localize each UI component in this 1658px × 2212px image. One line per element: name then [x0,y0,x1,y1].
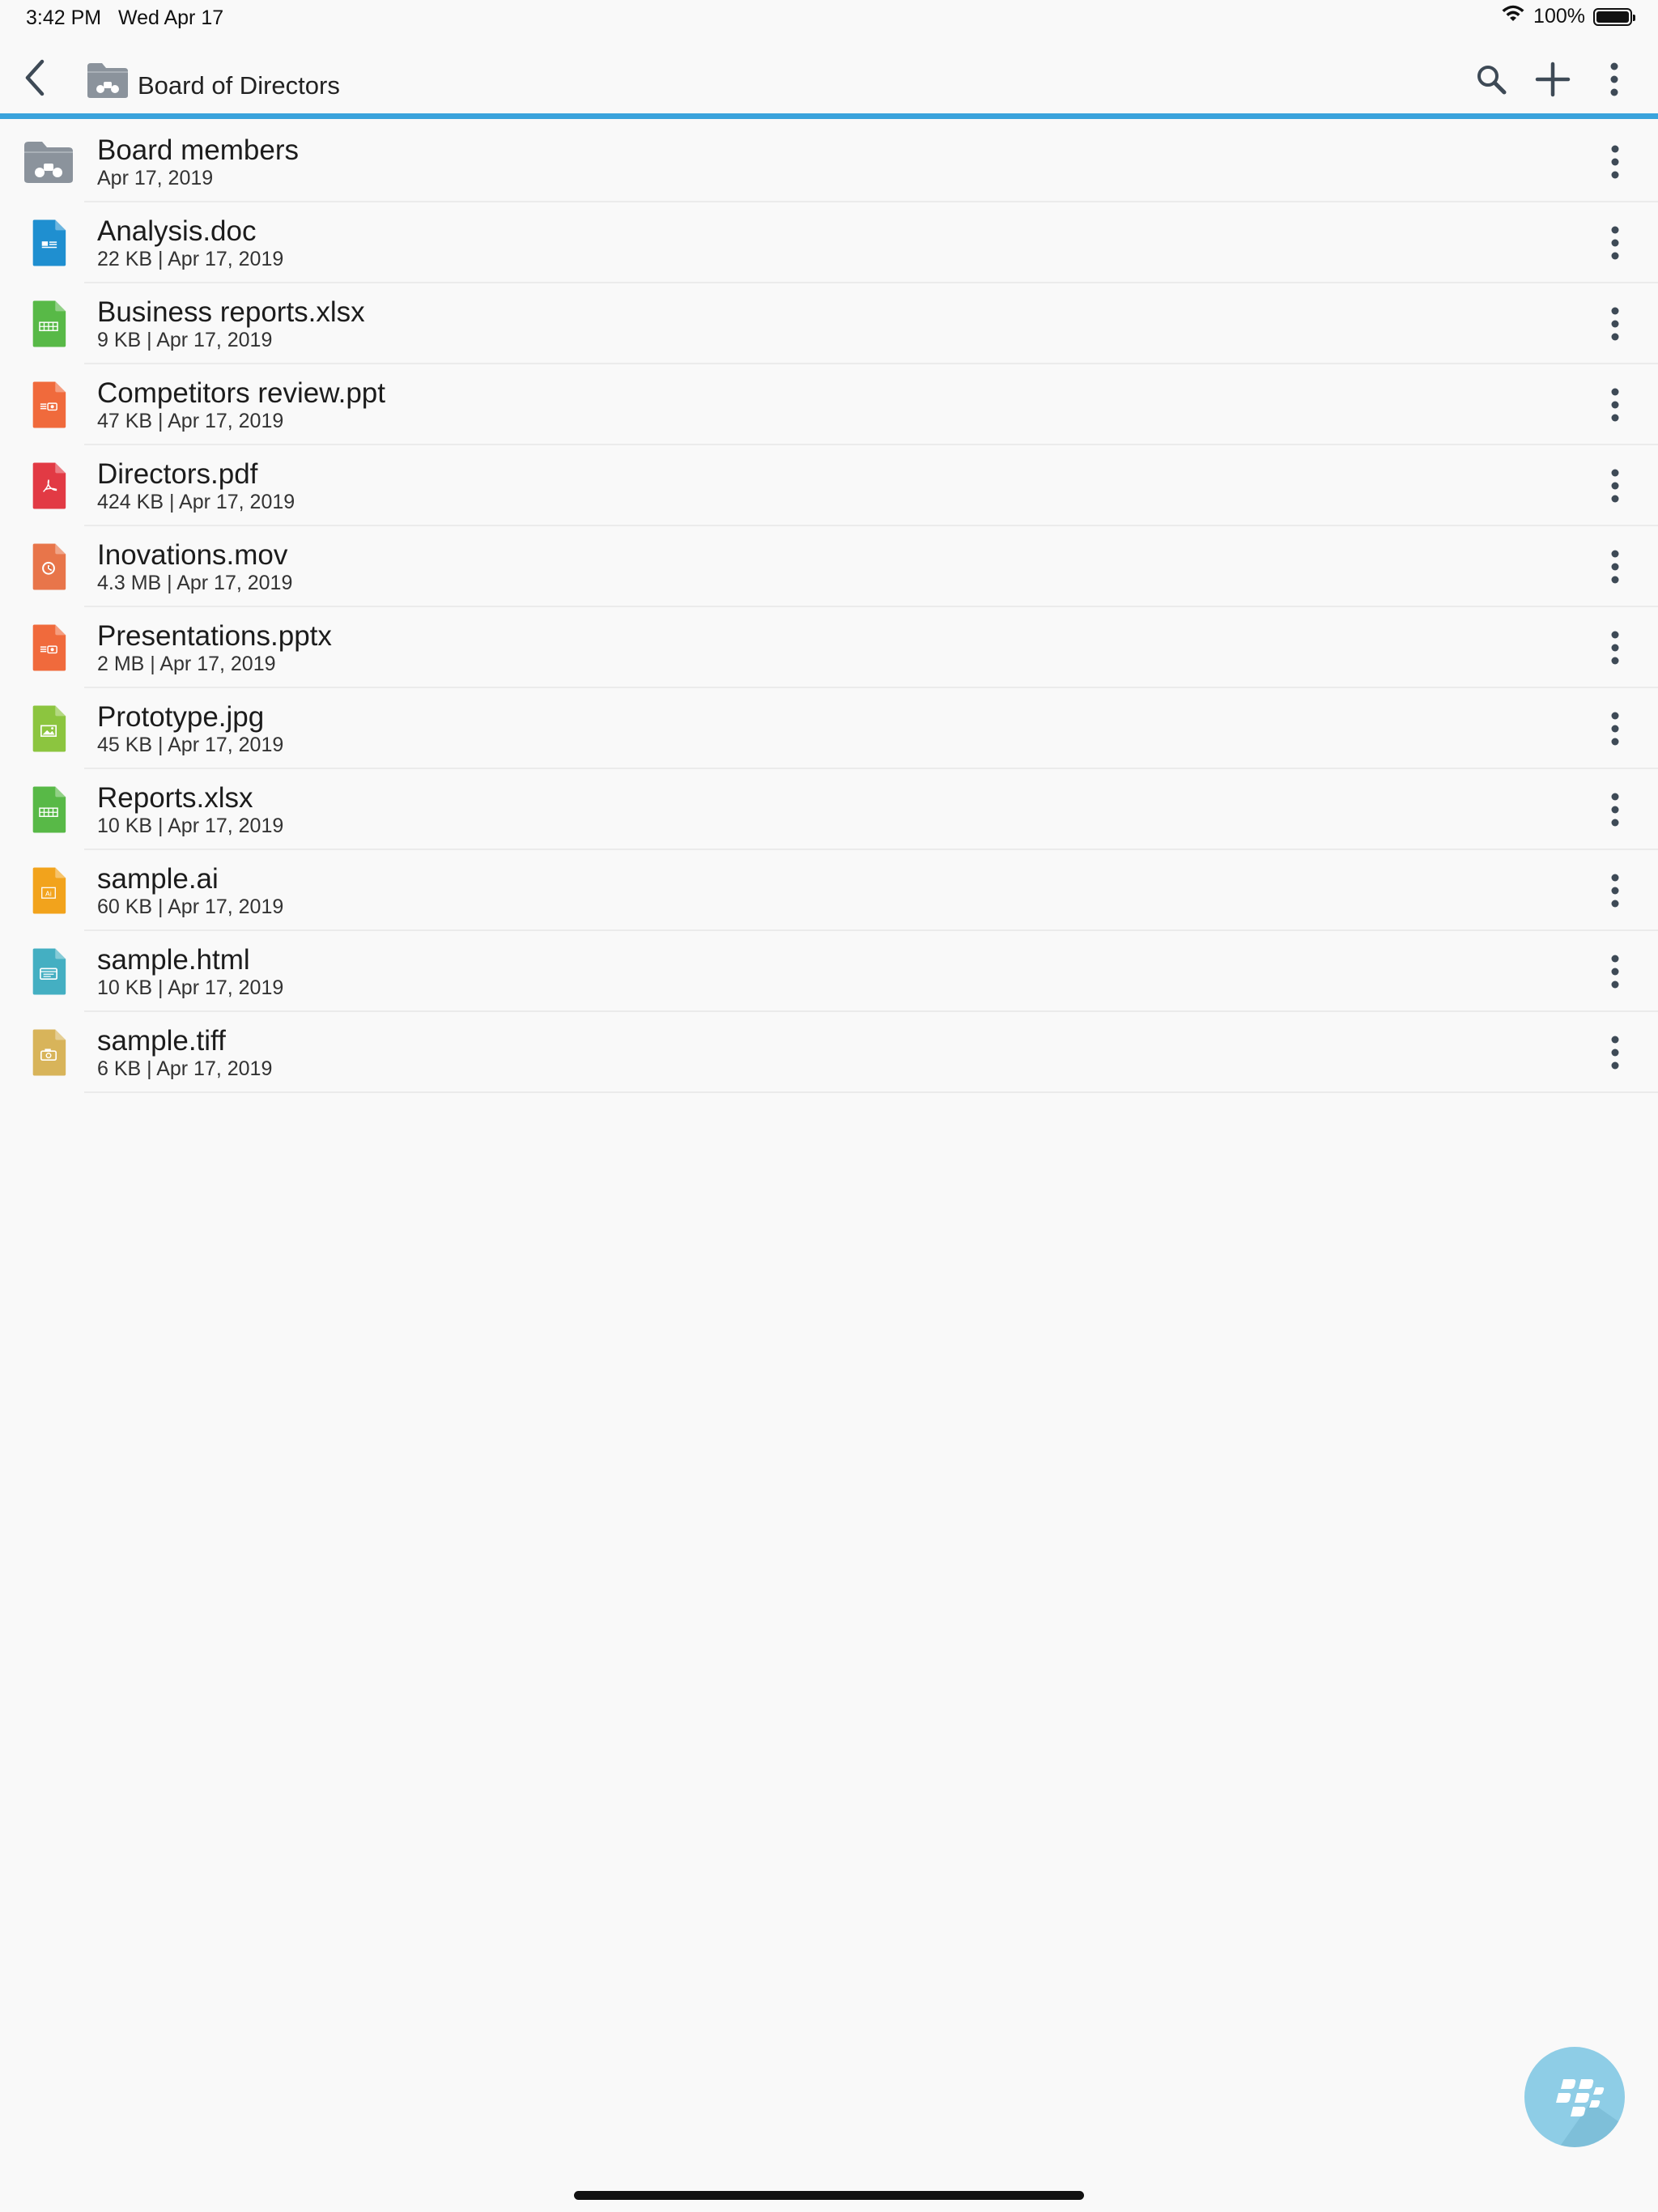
item-meta: 47 KB | Apr 17, 2019 [97,410,284,432]
item-name: sample.html [97,944,250,976]
file-row[interactable]: Inovations.mov 4.3 MB | Apr 17, 2019 [0,526,1658,607]
navigation-bar: Board of Directors [0,40,1658,117]
folder-row[interactable]: Board members Apr 17, 2019 [0,121,1658,202]
file-row[interactable]: Competitors review.ppt 47 KB | Apr 17, 20… [0,364,1658,445]
more-vertical-icon [1611,874,1619,908]
status-bar: 3:42 PM Wed Apr 17 100% [0,0,1658,39]
item-meta: 6 KB | Apr 17, 2019 [97,1057,273,1080]
camera-file-icon [23,1027,74,1078]
item-more-button[interactable] [1595,301,1635,347]
item-meta: 10 KB | Apr 17, 2019 [97,815,284,837]
row-divider [84,1091,1658,1093]
home-indicator [574,2191,1084,2200]
item-name: sample.ai [97,863,219,895]
file-row[interactable]: Reports.xlsx 10 KB | Apr 17, 2019 [0,769,1658,850]
shared-folder-icon [23,136,74,188]
file-row[interactable]: Presentations.pptx 2 MB | Apr 17, 2019 [0,607,1658,688]
more-vertical-icon [1611,550,1619,584]
item-meta: 10 KB | Apr 17, 2019 [97,976,284,999]
status-time: 3:42 PM Wed Apr 17 [26,6,223,30]
item-more-button[interactable] [1595,868,1635,913]
more-vertical-icon [1611,955,1619,989]
item-more-button[interactable] [1595,463,1635,508]
item-name: Board members [97,134,299,166]
item-meta: 424 KB | Apr 17, 2019 [97,491,295,513]
file-row[interactable]: Ai sample.ai 60 KB | Apr 17, 2019 [0,850,1658,931]
file-row[interactable]: Directors.pdf 424 KB | Apr 17, 2019 [0,445,1658,526]
search-button[interactable] [1469,55,1514,104]
item-name: Analysis.doc [97,215,257,247]
more-vertical-icon [1611,226,1619,260]
item-meta: Apr 17, 2019 [97,167,214,189]
search-icon [1477,66,1507,95]
item-more-button[interactable] [1595,382,1635,428]
status-right: 100% [1501,5,1635,28]
file-row[interactable]: Prototype.jpg 45 KB | Apr 17, 2019 [0,688,1658,769]
more-vertical-icon [1611,793,1619,827]
more-vertical-icon [1610,62,1618,96]
plus-icon [1535,62,1571,97]
presentation-file-icon [23,379,74,431]
more-vertical-icon [1611,631,1619,665]
item-name: Reports.xlsx [97,782,253,814]
file-row[interactable]: sample.tiff 6 KB | Apr 17, 2019 [0,1012,1658,1093]
file-row[interactable]: Analysis.doc 22 KB | Apr 17, 2019 [0,202,1658,283]
status-date-text: Wed Apr 17 [117,6,224,29]
item-meta: 22 KB | Apr 17, 2019 [97,248,284,270]
item-name: sample.tiff [97,1025,226,1057]
spreadsheet-file-icon [23,784,74,836]
more-vertical-icon [1611,469,1619,503]
nav-actions [1469,55,1637,104]
battery-icon [1593,7,1635,26]
wifi-icon [1501,5,1525,28]
image-file-icon [23,703,74,755]
more-vertical-icon [1611,388,1619,422]
item-more-button[interactable] [1595,706,1635,751]
item-name: Prototype.jpg [97,701,265,733]
page-title: Board of Directors [138,71,340,100]
more-vertical-icon [1611,307,1619,341]
item-more-button[interactable] [1595,139,1635,185]
item-meta: 2 MB | Apr 17, 2019 [97,653,276,675]
more-vertical-icon [1611,712,1619,746]
item-more-button[interactable] [1595,1030,1635,1075]
doc-file-icon [23,217,74,269]
add-button[interactable] [1530,55,1575,104]
item-more-button[interactable] [1595,220,1635,266]
svg-text:Ai: Ai [45,889,52,897]
item-meta: 9 KB | Apr 17, 2019 [97,329,273,351]
item-name: Inovations.mov [97,539,288,571]
file-row[interactable]: Business reports.xlsx 9 KB | Apr 17, 2019 [0,283,1658,364]
status-time-text: 3:42 PM [26,6,102,29]
pdf-file-icon [23,460,74,512]
item-name: Presentations.pptx [97,620,332,652]
item-more-button[interactable] [1595,787,1635,832]
shared-folder-icon [86,62,130,103]
header-divider [0,113,1658,119]
video-file-icon [23,541,74,593]
spreadsheet-file-icon [23,298,74,350]
file-list: Board members Apr 17, 2019 Analysis.doc 22 … [0,121,1658,1093]
item-name: Directors.pdf [97,458,258,490]
file-row[interactable]: sample.html 10 KB | Apr 17, 2019 [0,931,1658,1012]
blackberry-fab-button[interactable] [1524,2047,1625,2147]
more-vertical-icon [1611,1036,1619,1070]
item-more-button[interactable] [1595,949,1635,994]
item-more-button[interactable] [1595,544,1635,589]
back-button[interactable] [15,55,55,100]
chevron-left-icon [25,59,45,96]
blackberry-logo-icon [1556,2079,1605,2116]
item-more-button[interactable] [1595,625,1635,670]
html-file-icon [23,946,74,998]
more-vertical-icon [1611,145,1619,179]
item-name: Competitors review.ppt [97,377,385,409]
item-meta: 60 KB | Apr 17, 2019 [97,895,284,918]
item-meta: 4.3 MB | Apr 17, 2019 [97,572,293,594]
more-options-button[interactable] [1592,55,1637,104]
item-meta: 45 KB | Apr 17, 2019 [97,734,284,756]
item-name: Business reports.xlsx [97,296,365,328]
battery-percent: 100% [1533,5,1585,28]
illustrator-file-icon: Ai [23,865,74,917]
presentation-file-icon [23,622,74,674]
